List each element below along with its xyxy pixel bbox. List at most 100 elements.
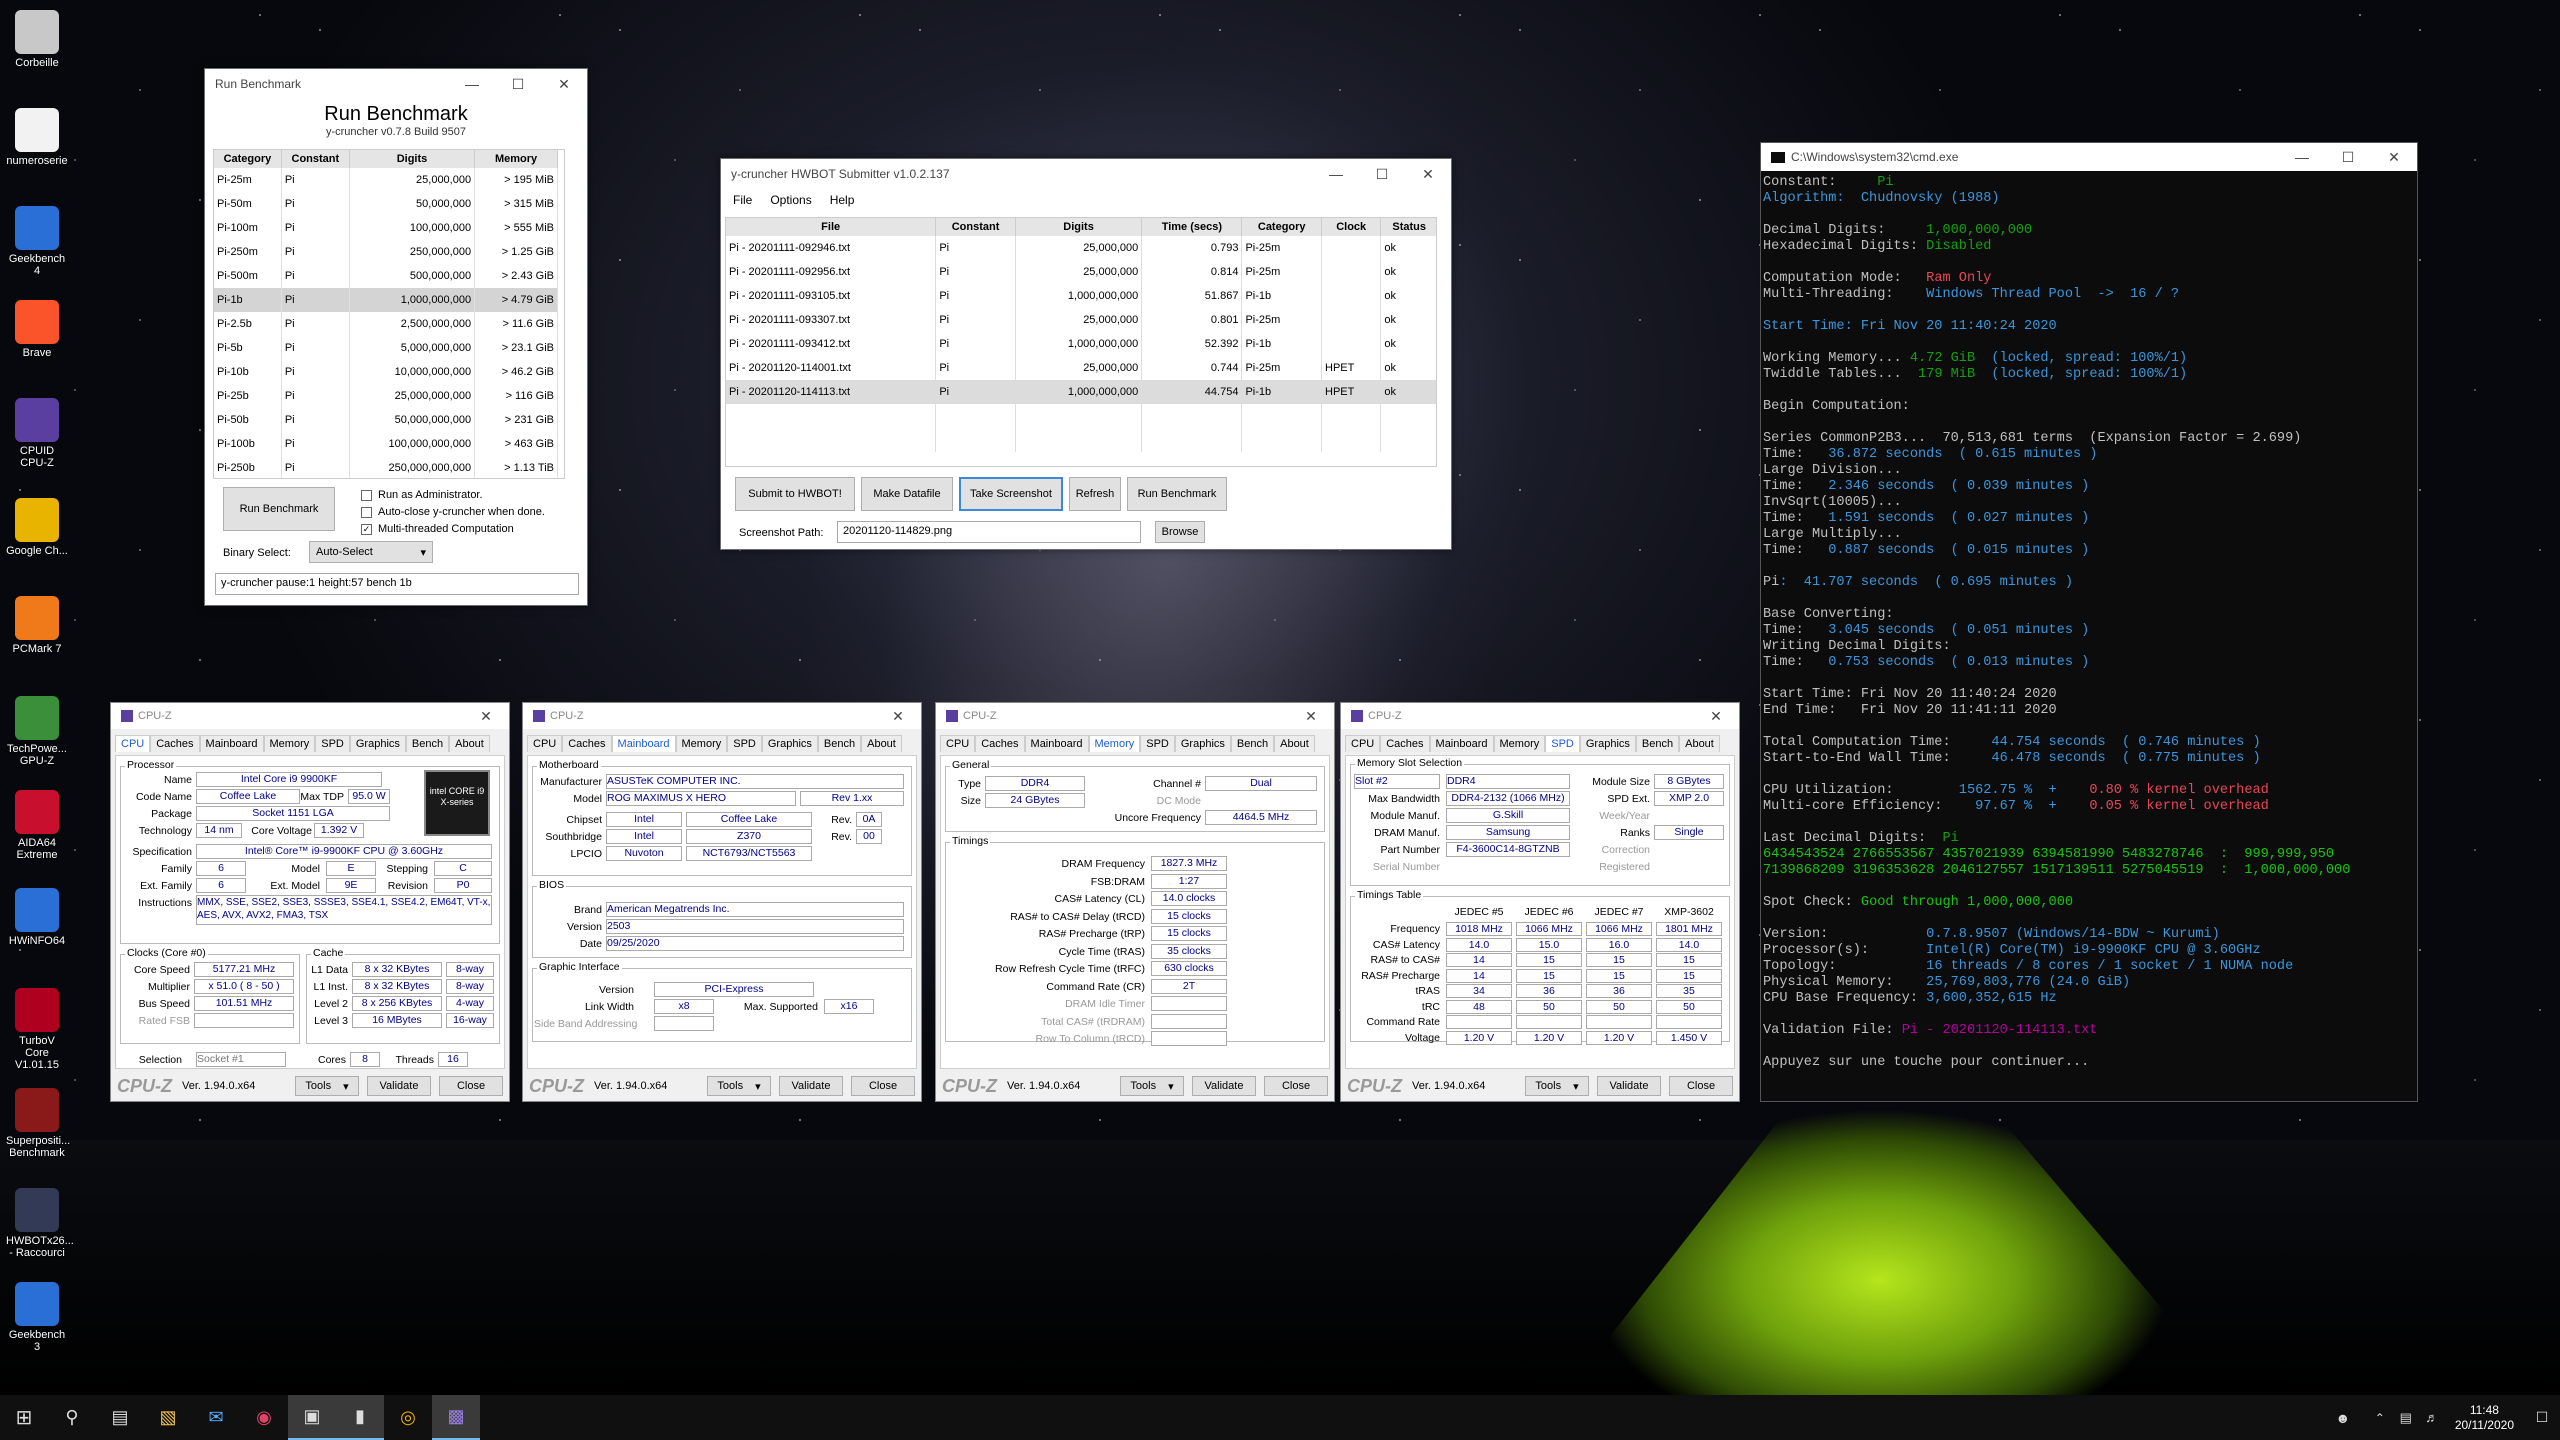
desktop-icon[interactable]: TurboV Core V1.01.15: [6, 988, 68, 1071]
minimize-button[interactable]: —: [2279, 142, 2325, 172]
screenshot-path-input[interactable]: 20201120-114829.png: [837, 521, 1141, 543]
tab-memory[interactable]: Memory: [263, 735, 316, 752]
table-row[interactable]: Pi-25b Pi 25,000,000,000 > 116 GiB: [214, 384, 558, 408]
table-row[interactable]: Pi-100b Pi 100,000,000,000 > 463 GiB: [214, 432, 558, 456]
desktop-icon[interactable]: Corbeille: [6, 10, 68, 69]
chrome-taskbar-icon[interactable]: ◎: [384, 1395, 432, 1440]
hwbot-button-4[interactable]: Run Benchmark: [1127, 477, 1227, 511]
tab-bench[interactable]: Bench: [1635, 735, 1680, 752]
column-header[interactable]: File: [726, 218, 937, 236]
validate-button[interactable]: Validate: [367, 1076, 431, 1096]
mail-icon[interactable]: ✉: [192, 1395, 240, 1440]
command-field[interactable]: y-cruncher pause:1 height:57 bench 1b: [215, 573, 579, 595]
minimize-button[interactable]: —: [449, 69, 495, 99]
table-row[interactable]: Pi - 20201111-092956.txt Pi 25,000,000 0.81…: [726, 260, 1436, 284]
close-button[interactable]: Close: [1669, 1076, 1733, 1096]
column-header[interactable]: Constant: [935, 218, 1016, 236]
table-row[interactable]: Pi-50m Pi 50,000,000 > 315 MiB: [214, 192, 558, 216]
table-row[interactable]: Pi-5b Pi 5,000,000,000 > 23.1 GiB: [214, 336, 558, 360]
tab-mainboard[interactable]: Mainboard: [1024, 735, 1089, 752]
tab-about[interactable]: About: [449, 735, 490, 752]
desktop-icon[interactable]: Superpositi... Benchmark: [6, 1088, 70, 1159]
hwbot-button-0[interactable]: Submit to HWBOT!: [735, 477, 855, 511]
socket-select[interactable]: Socket #1: [196, 1052, 286, 1067]
table-row[interactable]: Pi-50b Pi 50,000,000,000 > 231 GiB: [214, 408, 558, 432]
column-header[interactable]: Digits: [1015, 218, 1143, 236]
table-row[interactable]: Pi-250b Pi 250,000,000,000 > 1.13 TiB: [214, 456, 558, 478]
close-button[interactable]: ✕: [875, 701, 921, 731]
hwbot-button-2[interactable]: Take Screenshot: [959, 477, 1063, 511]
tab-cpu[interactable]: CPU: [1345, 735, 1381, 752]
start-button[interactable]: ⊞: [0, 1395, 48, 1440]
maximize-button[interactable]: ☐: [2325, 142, 2371, 172]
tab-cpu[interactable]: CPU: [527, 735, 563, 752]
tab-mainboard[interactable]: Mainboard: [611, 735, 676, 752]
tab-spd[interactable]: SPD: [727, 735, 762, 752]
desktop-icon[interactable]: Brave: [6, 300, 68, 359]
tools-button[interactable]: Tools ▾: [1120, 1076, 1184, 1096]
benchmark-table[interactable]: Category Constant Digits Memory Pi-25m Pi 25,0…: [213, 149, 565, 479]
tab-graphics[interactable]: Graphics: [349, 735, 406, 752]
tab-graphics[interactable]: Graphics: [1174, 735, 1231, 752]
tab-cpu[interactable]: CPU: [115, 735, 151, 752]
tab-caches[interactable]: Caches: [975, 735, 1025, 752]
validate-button[interactable]: Validate: [1192, 1076, 1256, 1096]
tab-memory[interactable]: Memory: [1088, 735, 1141, 752]
tab-about[interactable]: About: [1274, 735, 1315, 752]
column-header[interactable]: Memory: [474, 150, 558, 168]
desktop-icon[interactable]: Geekbench 3: [6, 1282, 68, 1353]
column-header[interactable]: Category: [1241, 218, 1322, 236]
table-row[interactable]: Pi - 20201111-093412.txt Pi 1,000,000,000 5…: [726, 332, 1436, 356]
slot-select[interactable]: Slot #2: [1354, 774, 1440, 789]
tab-bench[interactable]: Bench: [817, 735, 862, 752]
tab-caches[interactable]: Caches: [562, 735, 612, 752]
app-icon[interactable]: ◉: [240, 1395, 288, 1440]
tab-graphics[interactable]: Graphics: [1579, 735, 1636, 752]
tab-cpu[interactable]: CPU: [940, 735, 976, 752]
tab-bench[interactable]: Bench: [405, 735, 450, 752]
column-header[interactable]: Digits: [349, 150, 476, 168]
table-row[interactable]: Pi - 20201120-114001.txt Pi 25,000,000 0.74…: [726, 356, 1436, 380]
menu-item[interactable]: Options: [770, 193, 811, 207]
tools-button[interactable]: Tools ▾: [295, 1076, 359, 1096]
close-button[interactable]: ✕: [1693, 701, 1739, 731]
table-row[interactable]: Pi-500m Pi 500,000,000 > 2.43 GiB: [214, 264, 558, 288]
clock[interactable]: 11:48 20/11/2020: [2445, 1403, 2524, 1433]
table-row[interactable]: Pi - 20201111-093307.txt Pi 25,000,000 0.80…: [726, 308, 1436, 332]
console-output[interactable]: Constant: Pi Algorithm: Chudnovsky (1988)…: [1761, 171, 2417, 1071]
tab-bench[interactable]: Bench: [1230, 735, 1275, 752]
desktop-icon[interactable]: Google Ch...: [6, 498, 68, 557]
table-row[interactable]: Pi-2.5b Pi 2,500,000,000 > 11.6 GiB: [214, 312, 558, 336]
search-icon[interactable]: ⚲: [48, 1395, 96, 1440]
tab-memory[interactable]: Memory: [1493, 735, 1546, 752]
run-benchmark-button[interactable]: Run Benchmark: [223, 487, 335, 531]
column-header[interactable]: Status: [1380, 218, 1436, 236]
maximize-button[interactable]: ☐: [1359, 159, 1405, 189]
table-row[interactable]: Pi - 20201111-093105.txt Pi 1,000,000,000 5…: [726, 284, 1436, 308]
task-view-icon[interactable]: ▤: [96, 1395, 144, 1440]
notifications-icon[interactable]: ☐: [2524, 1395, 2560, 1440]
tab-memory[interactable]: Memory: [675, 735, 728, 752]
column-header[interactable]: Time (secs): [1141, 218, 1243, 236]
table-row[interactable]: Pi-250m Pi 250,000,000 > 1.25 GiB: [214, 240, 558, 264]
cpuz-taskbar-icon[interactable]: ▩: [432, 1395, 480, 1440]
table-row[interactable]: Pi-1b Pi 1,000,000,000 > 4.79 GiB: [214, 288, 558, 312]
tab-spd[interactable]: SPD: [1140, 735, 1175, 752]
tab-about[interactable]: About: [1679, 735, 1720, 752]
volume-icon[interactable]: ♬: [2419, 1395, 2445, 1440]
menu-item[interactable]: File: [733, 193, 752, 207]
desktop-icon[interactable]: numeroserie: [6, 108, 68, 167]
table-row[interactable]: Pi - 20201111-092946.txt Pi 25,000,000 0.79…: [726, 236, 1436, 260]
table-row[interactable]: Pi-25m Pi 25,000,000 > 195 MiB: [214, 168, 558, 192]
results-table[interactable]: File Constant Digits Time (secs) Category Clo…: [725, 217, 1437, 467]
validate-button[interactable]: Validate: [779, 1076, 843, 1096]
tab-mainboard[interactable]: Mainboard: [199, 735, 264, 752]
tab-spd[interactable]: SPD: [1545, 735, 1580, 752]
close-button[interactable]: Close: [851, 1076, 915, 1096]
tab-about[interactable]: About: [861, 735, 902, 752]
cmd-taskbar-icon[interactable]: ▮: [336, 1395, 384, 1440]
tools-button[interactable]: Tools ▾: [707, 1076, 771, 1096]
hwbot-button-3[interactable]: Refresh: [1069, 477, 1121, 511]
tab-mainboard[interactable]: Mainboard: [1429, 735, 1494, 752]
desktop-icon[interactable]: HWiNFO64: [6, 888, 68, 947]
